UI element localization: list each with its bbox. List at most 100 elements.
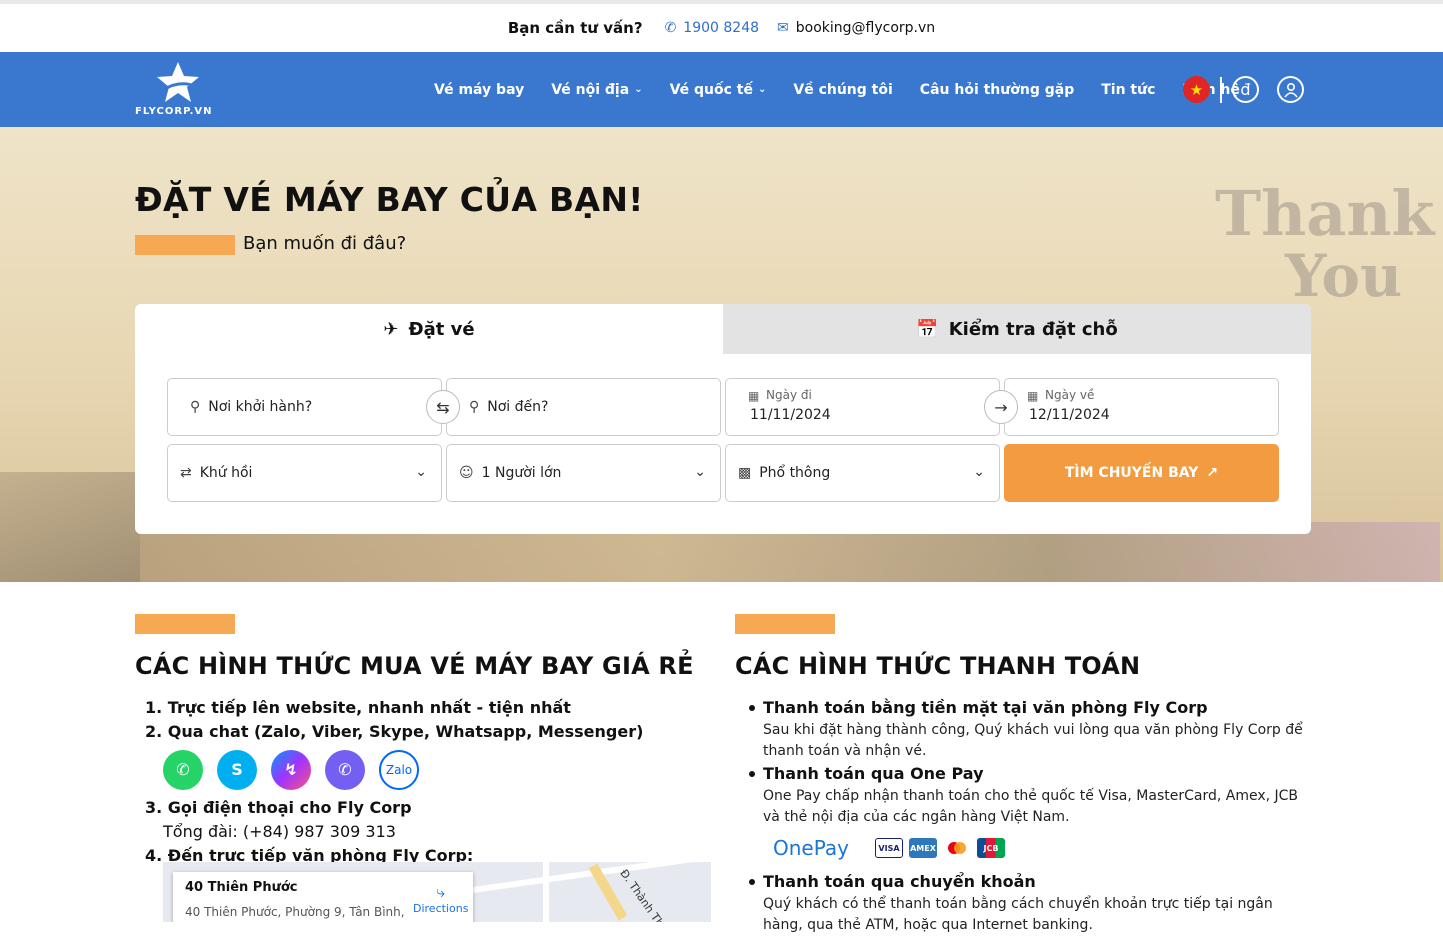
tab-label: Kiểm tra đặt chỗ: [948, 318, 1118, 340]
star-logo-icon: [157, 62, 199, 102]
deco-word: Thank: [1215, 177, 1435, 250]
return-date-field[interactable]: ▦ Ngày về 12/11/2024: [1004, 378, 1279, 436]
nav-item-ve-quoc-te[interactable]: Vé quốc tế ⌄: [670, 82, 767, 98]
consult-prompt: Bạn cần tư vấn?: [507, 19, 643, 37]
phone-icon: ✆: [664, 20, 677, 36]
chevron-down-icon: ⌄: [757, 84, 767, 95]
passenger-select[interactable]: ☺ 1 Người lớn ⌄: [446, 444, 721, 502]
nav-label: Vé máy bay: [434, 81, 525, 98]
hero-subtitle: Bạn muốn đi đâu?: [243, 233, 407, 254]
whatsapp-icon[interactable]: ✆: [163, 750, 203, 790]
onepay-logo: OnePay: [773, 836, 849, 860]
accent-bar: [135, 235, 235, 255]
accent-bar: [735, 614, 835, 634]
nav-item-ve-may-bay[interactable]: Vé máy bay: [434, 82, 524, 98]
site-logo[interactable]: FLYCORP.VN: [135, 60, 225, 120]
tab-dat-ve[interactable]: ✈ Đặt vé: [135, 304, 723, 354]
calendar-icon: ▦: [1027, 389, 1039, 403]
nav-label: Vé quốc tế: [669, 81, 753, 98]
payment-method-desc: Quý khách có thể thanh toán bằng cách ch…: [763, 896, 1273, 933]
nav-label: Tin tức: [1101, 81, 1156, 98]
payment-method-desc: One Pay chấp nhận thanh toán cho thẻ quố…: [763, 788, 1299, 825]
origin-input[interactable]: ⚲ Nơi khởi hành?: [167, 378, 442, 436]
directions-icon: ⤷: [436, 882, 446, 901]
search-flights-button[interactable]: TÌM CHUYẾN BAY ↗: [1004, 444, 1279, 502]
hero-title: ĐẶT VÉ MÁY BAY CỦA BẠN!: [135, 180, 644, 219]
depart-date-field[interactable]: ▦ Ngày đi 11/11/2024: [725, 378, 1000, 436]
tab-label: Đặt vé: [408, 318, 475, 340]
user-account-icon[interactable]: [1277, 76, 1304, 103]
nav-item-ve-chung-toi[interactable]: Về chúng tôi: [793, 82, 892, 98]
origin-placeholder: Nơi khởi hành?: [208, 399, 313, 415]
nav-item-faq[interactable]: Câu hỏi thường gặp: [920, 82, 1074, 98]
nav-label: Vé nội địa: [551, 81, 630, 98]
chevron-down-icon: ⌄: [694, 464, 706, 480]
currency-dong-icon: đ: [1240, 80, 1251, 99]
round-trip-icon: ⇄: [180, 465, 192, 481]
skype-icon[interactable]: S: [217, 750, 257, 790]
zalo-icon[interactable]: Zalo: [379, 750, 419, 790]
booking-card: ✈ Đặt vé 📅 Kiểm tra đặt chỗ ⚲ Nơi khởi h…: [135, 304, 1311, 534]
airplane-icon: ✈: [383, 318, 399, 340]
cabin-class-value: Phổ thông: [759, 465, 831, 481]
payment-method-title: Thanh toán qua One Pay: [749, 762, 1303, 786]
chevron-down-icon: ⌄: [973, 464, 985, 480]
accent-bar: [135, 614, 235, 634]
mail-icon: ✉: [777, 20, 789, 36]
calendar-icon: ▦: [748, 389, 760, 403]
payment-methods-list: Thanh toán bằng tiền mặt tại văn phòng F…: [749, 696, 1303, 936]
office-map[interactable]: Đ. Thành Thái 40 Thiên Phước 40 Thiên Ph…: [163, 862, 711, 922]
email-link[interactable]: ✉ booking@flycorp.vn: [777, 20, 935, 36]
messenger-icon[interactable]: ↯: [271, 750, 311, 790]
buy-methods-list: 1. Trực tiếp lên website, nhanh nhất - t…: [145, 696, 643, 868]
location-pin-icon: ⚲: [190, 399, 201, 415]
seat-icon: ▩: [738, 465, 752, 481]
directions-button[interactable]: ⤷ Directions: [413, 882, 468, 915]
nav-divider: [1220, 76, 1222, 103]
logo-text: FLYCORP.VN: [135, 106, 213, 117]
swap-arrows-icon: ⇆: [436, 397, 450, 417]
nav-item-tin-tuc[interactable]: Tin tức: [1101, 82, 1155, 98]
depart-value: 11/11/2024: [750, 407, 831, 423]
swap-locations-button[interactable]: ⇆: [426, 390, 460, 424]
person-icon: ☺: [459, 465, 474, 481]
search-label: TÌM CHUYẾN BAY: [1064, 465, 1199, 481]
list-item: 3. Gọi điện thoại cho Fly Corp: [145, 798, 412, 817]
payment-method-title: Thanh toán bằng tiền mặt tại văn phòng F…: [749, 696, 1303, 720]
directions-label: Directions: [413, 902, 469, 915]
hero-section: Thank You ĐẶT VÉ MÁY BAY CỦA BẠN! Bạn mu…: [0, 127, 1443, 582]
location-pin-icon: ⚲: [469, 399, 480, 415]
user-icon: [1283, 82, 1298, 98]
nav-menu: Vé máy bay Vé nội địa ⌄ Vé quốc tế ⌄ Về ch…: [434, 52, 1240, 127]
chevron-down-icon: ⌄: [634, 84, 643, 95]
vietnam-flag-icon[interactable]: ★: [1183, 76, 1210, 103]
return-value: 12/11/2024: [1029, 407, 1110, 423]
buy-methods-heading: CÁC HÌNH THỨC MUA VÉ MÁY BAY GIÁ RẺ: [135, 652, 694, 680]
currency-button[interactable]: đ: [1232, 76, 1259, 103]
viber-icon[interactable]: ✆: [325, 750, 365, 790]
trip-type-select[interactable]: ⇄ Khứ hồi ⌄: [167, 444, 442, 502]
hero-photo-left: [0, 472, 140, 582]
payment-logos: OnePay VISA AMEX JCB: [763, 828, 1303, 870]
chat-app-icons: ✆ S ↯ ✆ Zalo: [145, 744, 643, 796]
arrow-right-icon: →: [984, 390, 1018, 424]
passenger-value: 1 Người lớn: [481, 465, 562, 481]
map-road: [543, 862, 549, 922]
nav-item-ve-noi-dia[interactable]: Vé nội địa ⌄: [551, 82, 642, 98]
list-item: 1. Trực tiếp lên website, nhanh nhất - t…: [145, 698, 571, 717]
return-label: Ngày về: [1045, 388, 1095, 402]
map-place-card: 40 Thiên Phước 40 Thiên Phước, Phường 9,…: [173, 872, 473, 922]
visa-icon: VISA: [874, 838, 903, 858]
jcb-icon: JCB: [976, 838, 1005, 858]
arrow-glyph: →: [994, 397, 1008, 417]
tab-kiem-tra-dat-cho[interactable]: 📅 Kiểm tra đặt chỗ: [723, 304, 1311, 354]
destination-input[interactable]: ⚲ Nơi đến?: [446, 378, 721, 436]
main-navbar: FLYCORP.VN Vé máy bay Vé nội địa ⌄ Vé quố…: [0, 52, 1443, 127]
hotline-text: Tổng đài: (+84) 987 309 313: [163, 822, 396, 841]
hotline-link[interactable]: ✆ 1900 8248: [665, 20, 759, 36]
payment-method-title: Thanh toán qua chuyển khoản: [749, 870, 1303, 894]
cabin-class-select[interactable]: ▩ Phổ thông ⌄: [725, 444, 1000, 502]
amex-icon: AMEX: [908, 838, 937, 858]
top-contact-bar: Bạn cần tư vấn? ✆ 1900 8248 ✉ booking@fl…: [0, 0, 1443, 52]
destination-placeholder: Nơi đến?: [487, 399, 549, 415]
